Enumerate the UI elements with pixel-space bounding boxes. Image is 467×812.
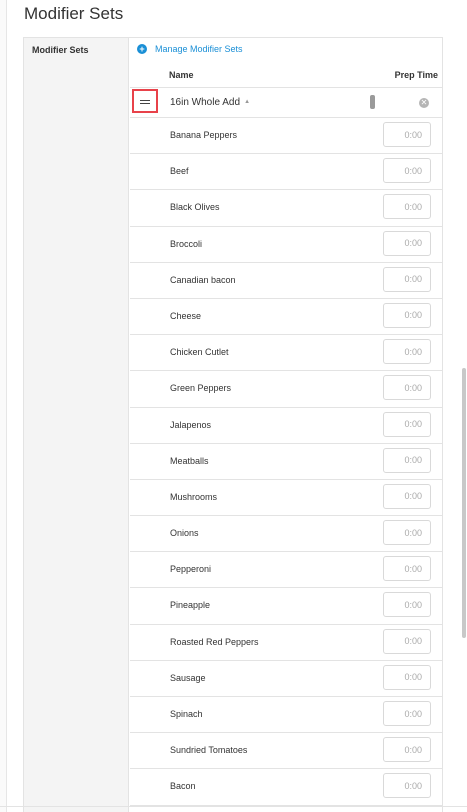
modifier-row: Banana Peppers: [130, 118, 443, 155]
modifier-group-row: 16in Whole Add ▲ ✕: [130, 88, 443, 118]
modifier-name: Black Olives: [170, 202, 220, 213]
prep-time-input[interactable]: [383, 230, 431, 256]
modifier-name: Onions: [170, 528, 199, 539]
modifier-name: Bacon: [170, 781, 196, 792]
prep-time-input[interactable]: [383, 411, 431, 437]
drag-handle-icon[interactable]: [132, 89, 158, 113]
plus-circle-icon: +: [137, 44, 147, 54]
modifier-name: Canadian bacon: [170, 274, 236, 285]
modifier-row: Canadian bacon: [130, 263, 443, 299]
prep-time-input[interactable]: [383, 664, 431, 690]
modifier-name: Beef: [170, 166, 189, 177]
prep-time-input[interactable]: [383, 701, 431, 726]
modifier-name: Mushrooms: [170, 491, 218, 502]
prep-time-input[interactable]: [383, 556, 431, 582]
prep-time-input[interactable]: [383, 447, 431, 473]
group-scroll-indicator[interactable]: [370, 95, 375, 109]
manage-modifier-sets-label: Manage Modifier Sets: [155, 44, 243, 54]
prep-time-input[interactable]: [383, 122, 431, 147]
page-scrollbar[interactable]: [462, 368, 466, 638]
section-label: Modifier Sets: [32, 45, 89, 55]
prep-time-input[interactable]: [383, 266, 431, 292]
prep-time-input[interactable]: [383, 520, 431, 546]
modifier-row: Chicken Cutlet: [130, 335, 443, 372]
column-header-name: Name: [169, 70, 194, 80]
modifier-row: Bacon: [130, 769, 443, 806]
modifier-name: Meatballs: [170, 455, 209, 466]
modifier-name: Roasted Red Peppers: [170, 636, 259, 647]
modifier-name: Pineapple: [170, 600, 211, 611]
prep-time-input[interactable]: [383, 375, 431, 401]
column-header-prep-time: Prep Time: [394, 70, 438, 80]
modifier-row: Pineapple: [130, 588, 443, 625]
prep-time-input[interactable]: [383, 339, 431, 365]
modifier-group-name[interactable]: 16in Whole Add ▲: [170, 97, 250, 108]
prep-time-input[interactable]: [383, 773, 431, 799]
modifier-name: Jalapenos: [170, 419, 212, 430]
close-circle-icon[interactable]: ✕: [419, 98, 429, 108]
manage-modifier-sets-link[interactable]: + Manage Modifier Sets: [137, 44, 243, 54]
modifier-row: Sausage: [130, 661, 443, 697]
prep-time-input[interactable]: [383, 483, 431, 509]
modifier-row: Meatballs: [130, 444, 443, 480]
modifier-name: Pepperoni: [170, 564, 212, 575]
modifier-row: Beef: [130, 154, 443, 191]
prep-time-input[interactable]: [383, 302, 431, 328]
modifier-row: Black Olives: [130, 190, 443, 227]
modifier-name: Sausage: [170, 672, 206, 683]
modifier-row: Jalapenos: [130, 408, 443, 444]
modifier-name: Banana Peppers: [170, 130, 238, 140]
modifier-row: Onions: [130, 516, 443, 553]
prep-time-input[interactable]: [383, 628, 431, 654]
prep-time-input[interactable]: [383, 737, 431, 763]
caret-up-icon: ▲: [244, 99, 251, 106]
modifier-name: Chicken Cutlet: [170, 347, 229, 358]
modifier-name: Green Peppers: [170, 383, 232, 394]
modifier-name: Broccoli: [170, 238, 203, 249]
modifier-row: Cheese: [130, 299, 443, 336]
modifier-sets-page: Modifier Sets Modifier Sets + Manage Mod…: [0, 0, 467, 812]
modifier-name: Sundried Tomatoes: [170, 745, 248, 756]
prep-time-input[interactable]: [383, 592, 431, 618]
left-panel-edge: [0, 0, 7, 812]
modifier-sets-section: Modifier Sets + Manage Modifier Sets Nam…: [23, 37, 443, 812]
table-header: Name Prep Time: [130, 64, 443, 88]
modifier-row: Mushrooms: [130, 480, 443, 517]
modifier-row: Pepperoni: [130, 552, 443, 589]
page-title: Modifier Sets: [24, 4, 124, 23]
modifier-list: Banana Peppers Beef Black Olives Broccoli Ca…: [130, 118, 443, 806]
modifier-row: Broccoli: [130, 227, 443, 263]
section-label-column: Modifier Sets: [24, 38, 129, 812]
prep-time-input[interactable]: [383, 158, 431, 184]
prep-time-input[interactable]: [383, 194, 431, 220]
modifier-row: Sundried Tomatoes: [130, 733, 443, 770]
modifier-name: Cheese: [170, 310, 202, 321]
bottom-divider: [0, 806, 467, 807]
modifier-row: Green Peppers: [130, 371, 443, 408]
modifier-name: Spinach: [170, 709, 203, 719]
modifier-row: Roasted Red Peppers: [130, 625, 443, 661]
modifier-row: Spinach: [130, 697, 443, 734]
